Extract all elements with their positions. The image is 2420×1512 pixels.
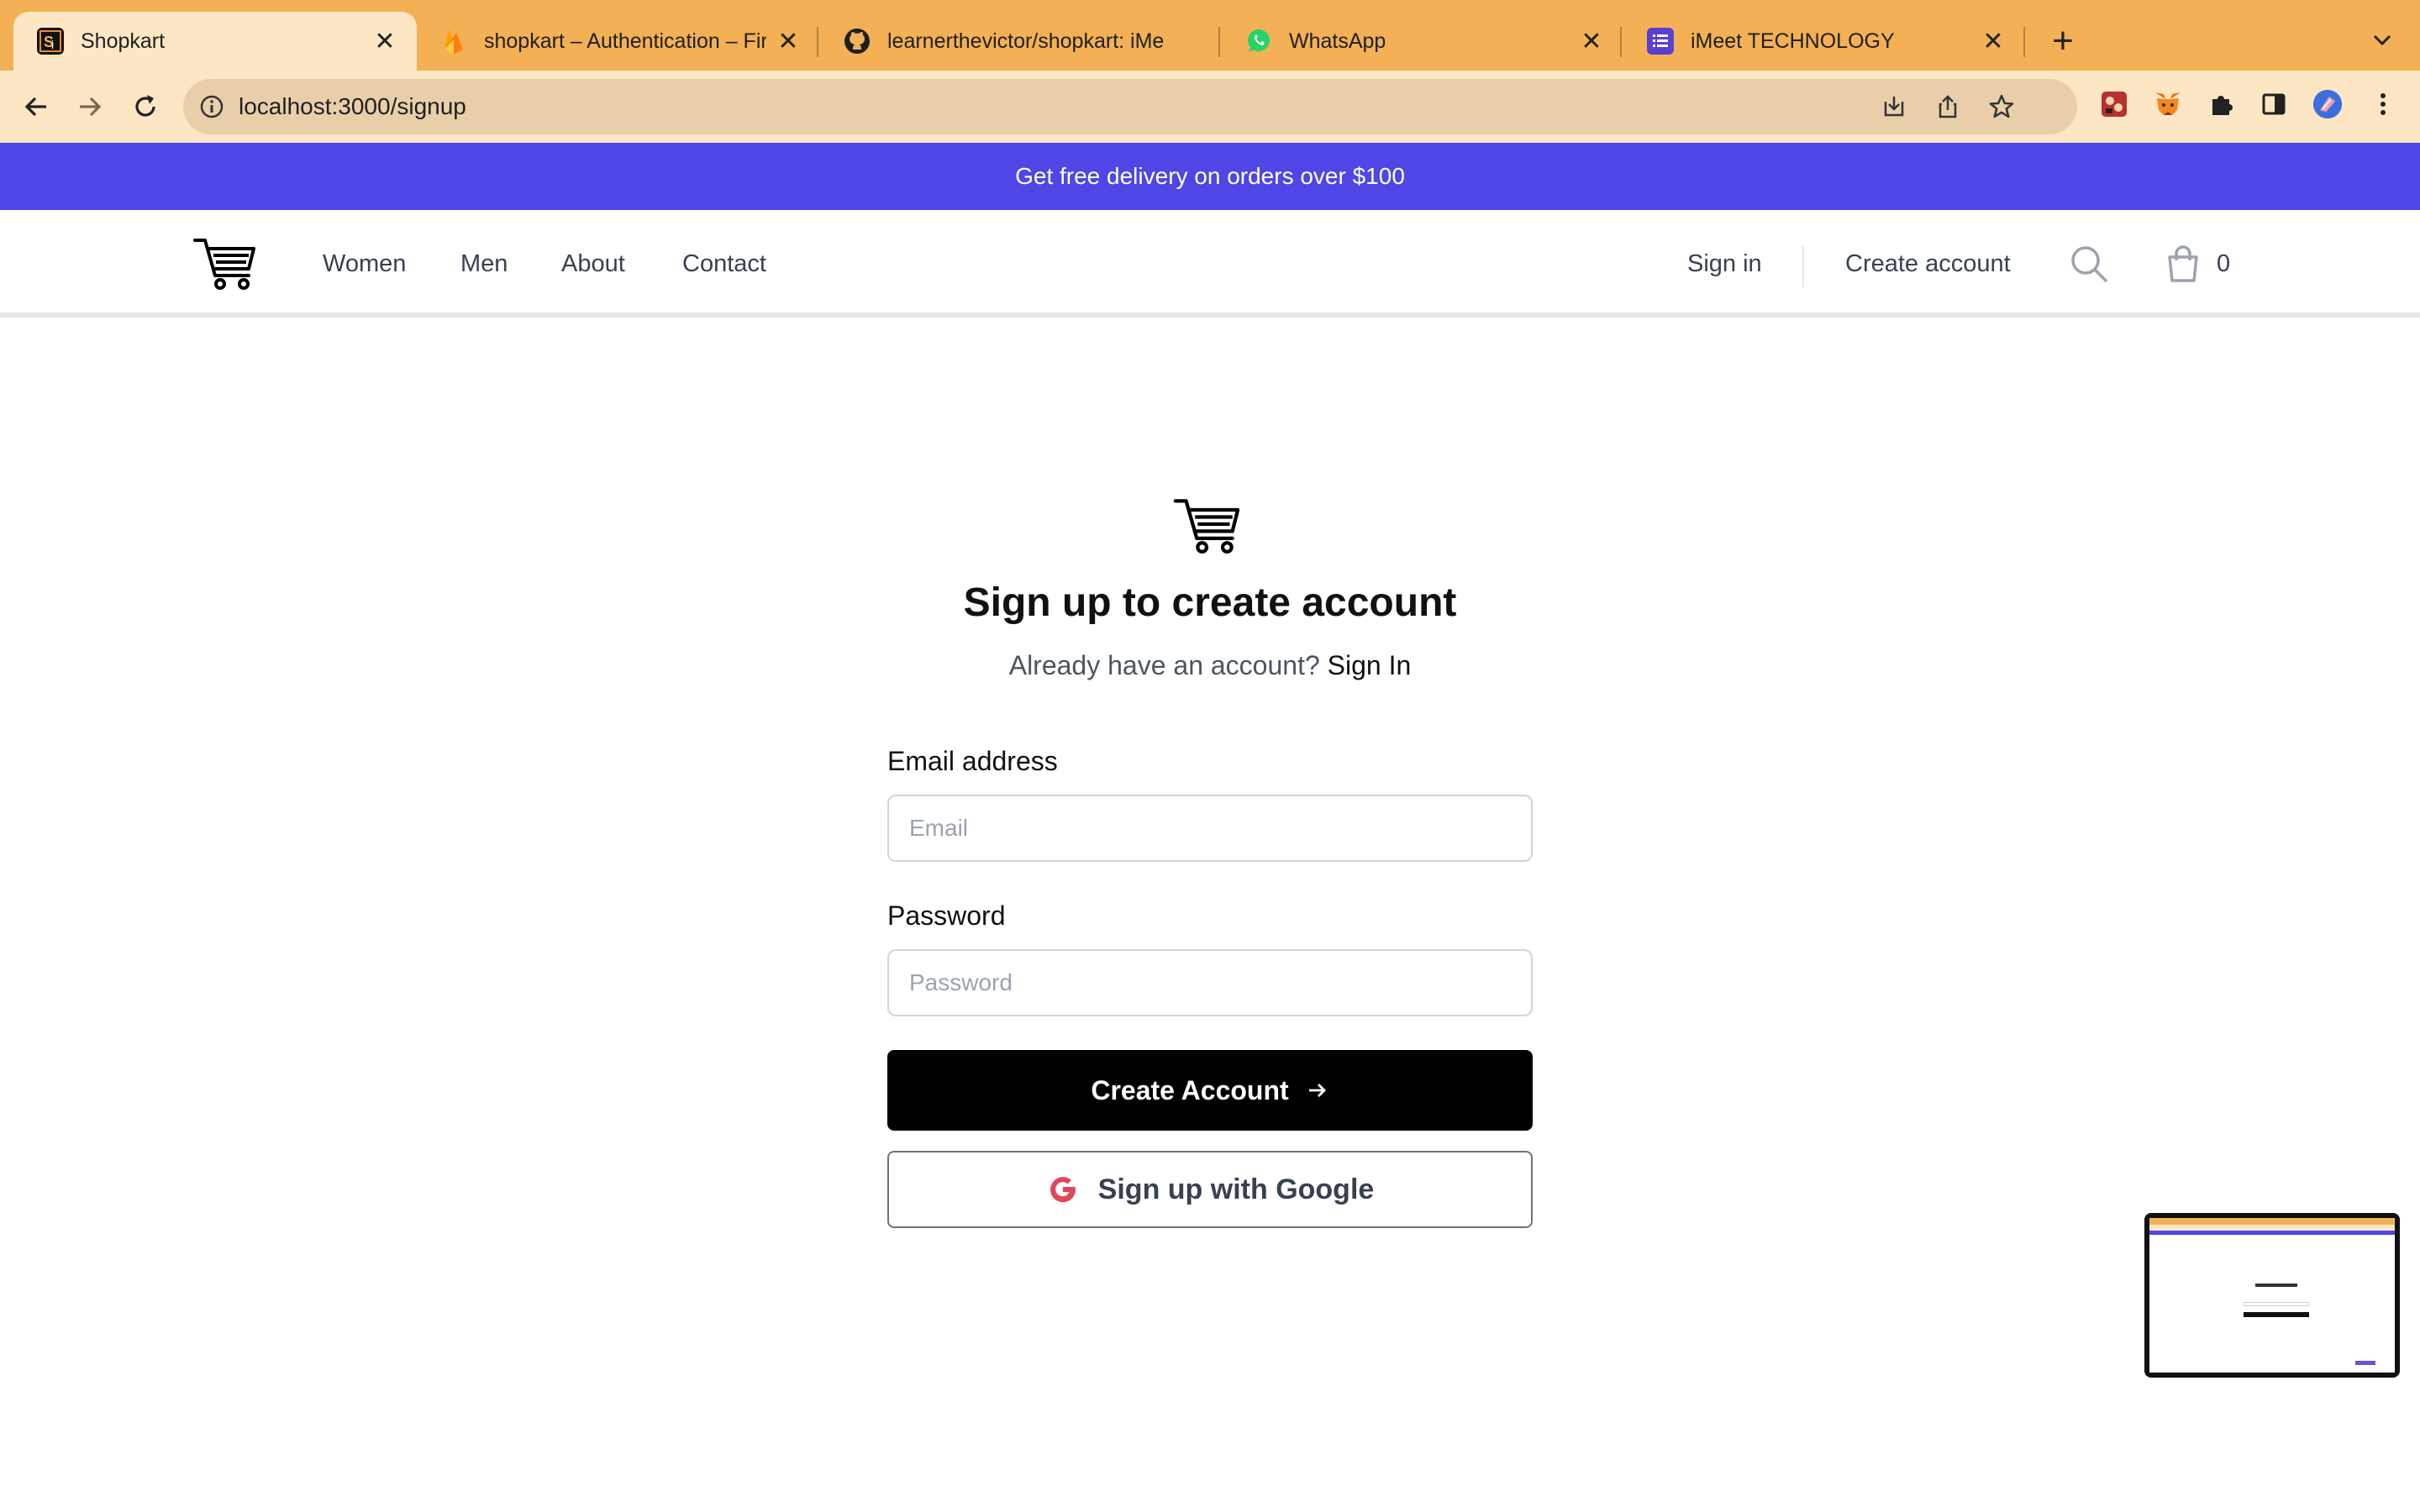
tab-separator	[1620, 27, 1622, 57]
email-label: Email address	[887, 746, 1058, 776]
bookmark-star-icon[interactable]	[1988, 93, 2015, 120]
thumbnail-promo	[2149, 1231, 2395, 1235]
tab-search-chevron-icon[interactable]	[2365, 24, 2399, 57]
profile-avatar[interactable]	[2312, 89, 2343, 119]
promo-banner: Get free delivery on orders over $100	[0, 143, 2420, 210]
nav-men[interactable]: Men	[460, 210, 508, 318]
search-icon[interactable]	[2069, 244, 2109, 284]
tab-separator	[1218, 27, 1220, 57]
close-icon[interactable]: ✕	[1980, 28, 2007, 55]
tab-title: shopkart – Authentication – Fir	[484, 29, 766, 53]
close-icon[interactable]: ✕	[371, 28, 398, 55]
browser-tab-bar: Si Shopkart ✕ shopkart – Authentication …	[0, 0, 2420, 71]
arrow-right-icon	[1308, 1084, 1326, 1097]
close-icon[interactable]: ✕	[775, 28, 802, 55]
imeet-favicon	[1647, 28, 1674, 55]
install-app-icon[interactable]	[1881, 93, 1907, 120]
email-field[interactable]	[887, 795, 1533, 862]
password-label: Password	[887, 900, 1006, 931]
browser-toolbar: localhost:3000/signup	[0, 71, 2420, 143]
page-title: Sign up to create account	[963, 580, 1457, 625]
tab-shopkart[interactable]: Si Shopkart ✕	[13, 12, 417, 71]
site-info-icon[interactable]	[198, 93, 225, 120]
extensions-puzzle-icon[interactable]	[2207, 89, 2237, 119]
back-arrow-icon	[24, 97, 46, 117]
tab-imeet[interactable]: iMeet TECHNOLOGY ✕	[1623, 12, 2025, 71]
whatsapp-favicon	[1245, 28, 1272, 55]
metamask-fox-icon[interactable]	[2153, 89, 2183, 119]
shopkart-logo[interactable]	[193, 235, 257, 291]
github-favicon	[844, 28, 871, 55]
cart-count[interactable]: 0	[2217, 210, 2230, 318]
google-icon	[1050, 1177, 1076, 1203]
thumbnail-heading	[2255, 1284, 2297, 1287]
forward-button[interactable]	[71, 87, 109, 126]
thumbnail-input	[2244, 1302, 2309, 1306]
tab-github[interactable]: learnerthevictor/shopkart: iMe ✕	[820, 12, 1222, 71]
signin-prompt: Already have an account? Sign In	[0, 650, 2420, 681]
create-account-button[interactable]: Create Account	[887, 1050, 1533, 1131]
screenshot-thumbnail[interactable]	[2144, 1213, 2400, 1378]
thumbnail-accent	[2355, 1361, 2375, 1365]
shopping-cart-icon	[193, 239, 255, 290]
browser-menu-icon[interactable]	[2368, 89, 2398, 119]
shopkart-favicon: Si	[37, 28, 64, 55]
close-icon[interactable]: ✕	[1578, 28, 1605, 55]
tab-title: learnerthevictor/shopkart: iMe	[887, 29, 1165, 53]
tab-title: WhatsApp	[1289, 29, 1386, 53]
thumbnail-form-button	[2244, 1312, 2309, 1317]
google-signup-button[interactable]: Sign up with Google	[887, 1151, 1533, 1228]
signin-prompt-text: Already have an account?	[1008, 650, 1320, 680]
thumbnail-tabbar	[2149, 1218, 2395, 1225]
tab-title: iMeet TECHNOLOGY	[1691, 29, 1895, 53]
tab-separator	[2023, 27, 2025, 57]
forward-arrow-icon	[80, 97, 102, 117]
firebase-favicon	[440, 28, 467, 55]
share-icon[interactable]	[1934, 93, 1961, 120]
password-field[interactable]	[887, 949, 1533, 1016]
header-sign-in-link[interactable]: Sign in	[1687, 210, 1762, 318]
back-button[interactable]	[17, 87, 55, 126]
tab-separator	[817, 27, 818, 57]
thumbnail-toolbar	[2149, 1225, 2395, 1231]
nav-contact[interactable]: Contact	[682, 210, 766, 318]
create-account-label: Create Account	[1091, 1074, 1289, 1105]
google-signup-label: Sign up with Google	[1097, 1173, 1375, 1205]
thumbnail-preview	[2149, 1218, 2395, 1373]
shopping-bag-icon[interactable]	[2163, 244, 2203, 284]
tab-firebase[interactable]: shopkart – Authentication – Fir ✕	[417, 12, 820, 71]
extension-red-icon[interactable]	[2099, 89, 2129, 119]
tab-whatsapp[interactable]: WhatsApp ✕	[1222, 12, 1623, 71]
address-bar[interactable]: localhost:3000/signup	[183, 79, 2077, 134]
url-text[interactable]: localhost:3000/signup	[239, 79, 466, 134]
side-panel-icon[interactable]	[2259, 89, 2289, 119]
new-tab-button[interactable]: +	[2042, 20, 2084, 62]
svg-text:i: i	[51, 38, 54, 51]
reload-icon	[135, 95, 155, 117]
nav-about[interactable]: About	[561, 210, 625, 318]
shopping-cart-icon	[1173, 499, 1240, 554]
header-create-account-link[interactable]: Create account	[1845, 210, 2011, 318]
form-logo	[1173, 496, 1242, 554]
nav-women[interactable]: Women	[323, 210, 406, 318]
sign-in-link[interactable]: Sign In	[1328, 650, 1412, 680]
tab-title: Shopkart	[81, 29, 166, 53]
site-header: Women Men About Contact Sign in Create a…	[0, 210, 2420, 318]
reload-button[interactable]	[126, 87, 165, 126]
header-divider	[1802, 245, 1804, 287]
